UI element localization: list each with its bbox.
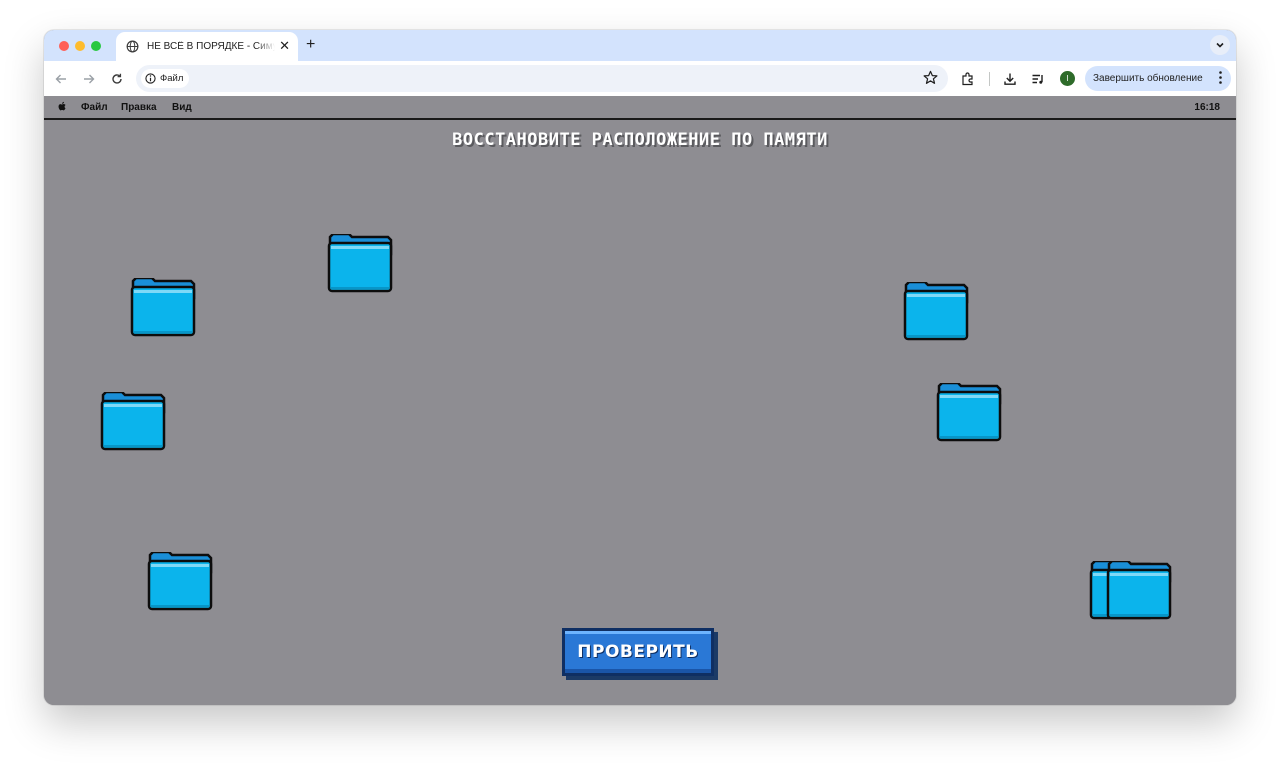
tab-strip: НЕ ВСЁ В ПОРЯДКЕ - Симуляция ✕ + (44, 30, 1236, 61)
close-window-button[interactable] (59, 41, 69, 51)
tab-title: НЕ ВСЁ В ПОРЯДКЕ - Симуляция (147, 41, 275, 52)
forward-arrow-icon[interactable] (80, 70, 98, 88)
reload-icon[interactable] (108, 70, 126, 88)
folder-icon[interactable] (130, 278, 196, 338)
folder-icon[interactable] (327, 234, 393, 294)
apple-logo-icon[interactable] (58, 101, 67, 115)
tab-search-button[interactable] (1210, 35, 1230, 55)
globe-icon (124, 39, 140, 55)
tab-close-icon[interactable]: ✕ (279, 39, 290, 53)
toolbar-separator (989, 72, 990, 86)
download-icon[interactable] (1001, 70, 1019, 88)
menu-edit[interactable]: Правка (121, 102, 157, 113)
folder-icon[interactable] (903, 282, 969, 342)
check-button[interactable]: ПРОВЕРИТЬ (562, 628, 716, 678)
folder-icon[interactable] (100, 392, 166, 452)
more-vert-icon (1219, 71, 1222, 84)
instruction-text: ВОССТАНОВИТЕ РАСПОЛОЖЕНИЕ ПО ПАМЯТИ (452, 130, 828, 150)
folder-icon[interactable] (1106, 561, 1172, 621)
finish-update-button[interactable]: Завершить обновление (1085, 66, 1231, 91)
desktop-menubar: Файл Правка Вид 16:18 (44, 96, 1236, 120)
browser-tab[interactable]: НЕ ВСЁ В ПОРЯДКЕ - Симуляция ✕ (116, 32, 298, 61)
folder-icon[interactable] (147, 552, 213, 612)
minimize-window-button[interactable] (75, 41, 85, 51)
site-info-chip[interactable]: Файл (141, 69, 190, 88)
address-bar[interactable]: Файл (136, 65, 948, 92)
browser-toolbar: Файл I Завершить обновление (44, 61, 1236, 96)
game-stage: ВОССТАНОВИТЕ РАСПОЛОЖЕНИЕ ПО ПАМЯТИ ПРОВ… (44, 120, 1236, 705)
maximize-window-button[interactable] (91, 41, 101, 51)
profile-avatar[interactable]: I (1060, 71, 1075, 86)
media-control-icon[interactable] (1029, 70, 1047, 88)
menu-view[interactable]: Вид (172, 102, 192, 113)
check-button-label: ПРОВЕРИТЬ (577, 642, 699, 662)
check-button-face: ПРОВЕРИТЬ (562, 628, 714, 676)
menubar-clock: 16:18 (1194, 102, 1220, 113)
new-tab-button[interactable]: + (306, 36, 315, 54)
menu-file[interactable]: Файл (81, 102, 108, 113)
back-arrow-icon[interactable] (52, 70, 70, 88)
info-icon (145, 73, 156, 84)
chevron-down-icon (1216, 42, 1224, 48)
folder-icon[interactable] (936, 383, 1002, 443)
bookmark-star-icon[interactable] (923, 70, 938, 90)
browser-window: НЕ ВСЁ В ПОРЯДКЕ - Симуляция ✕ + (44, 30, 1236, 705)
address-chip-label: Файл (160, 73, 184, 84)
extensions-puzzle-icon[interactable] (959, 70, 977, 88)
finish-update-label: Завершить обновление (1093, 73, 1203, 84)
